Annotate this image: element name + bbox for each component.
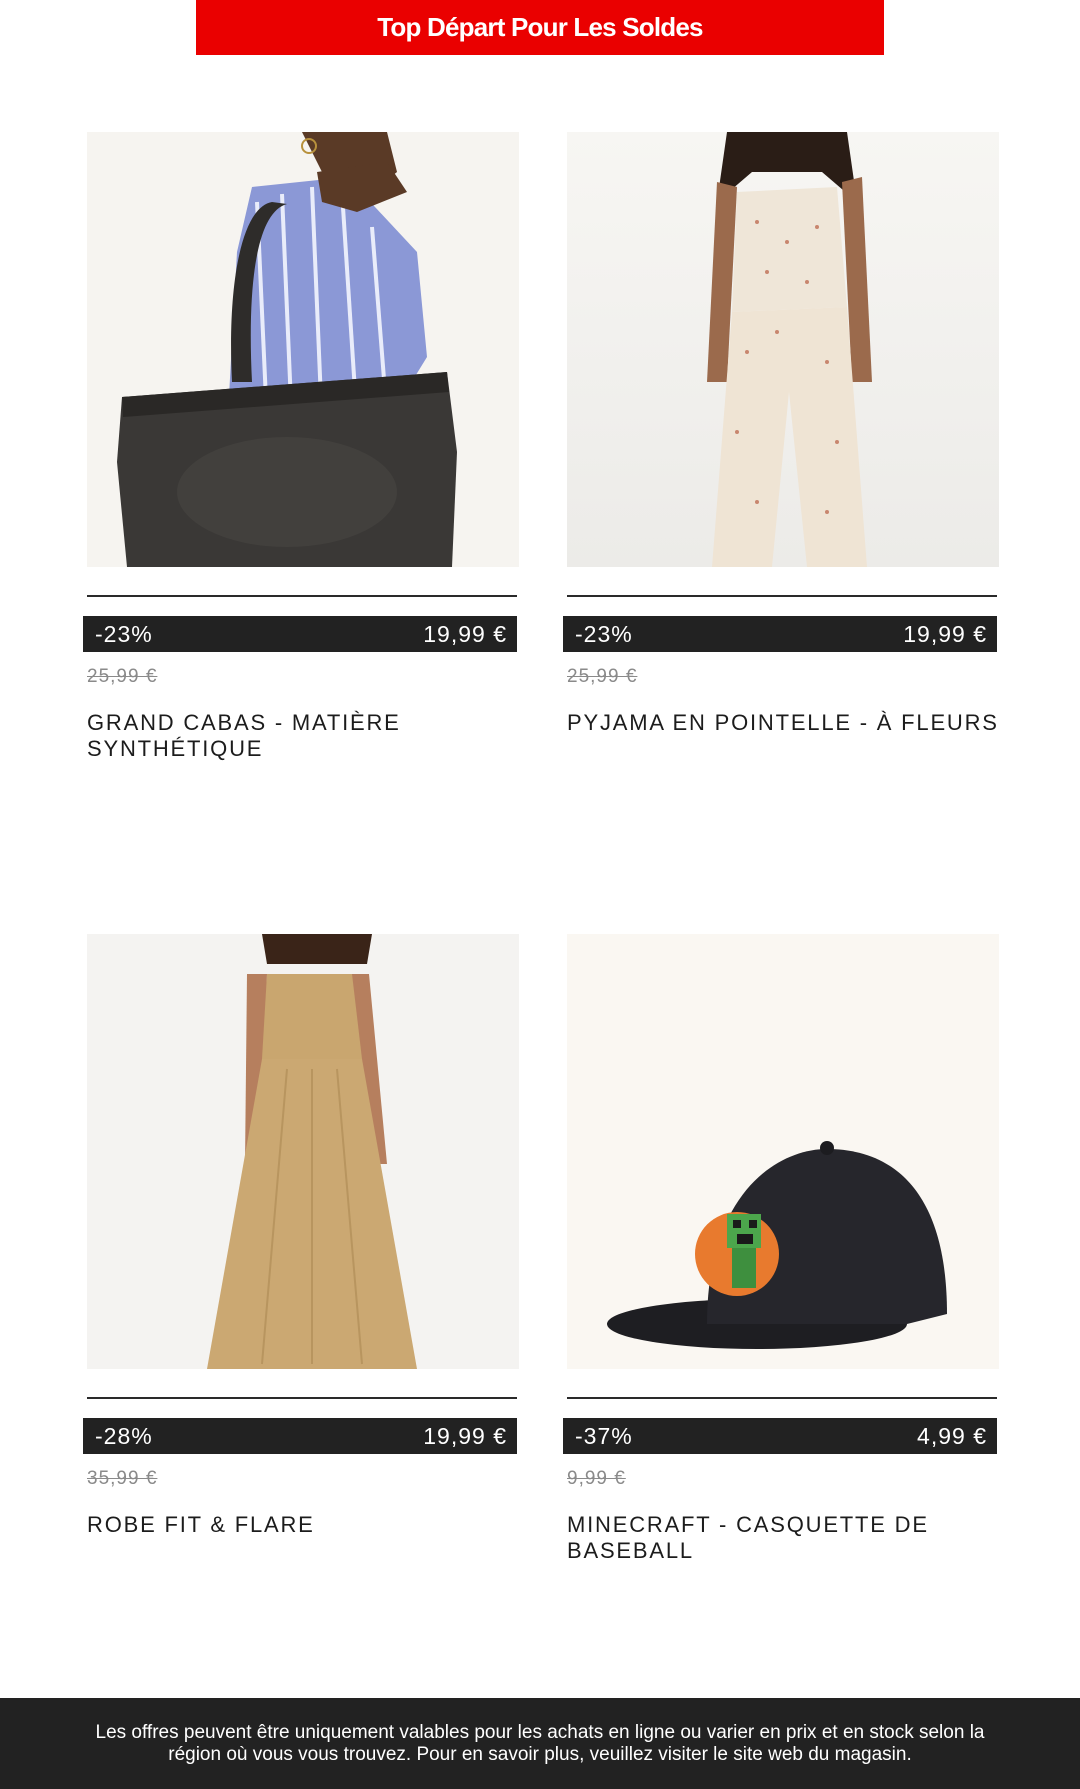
- product-title[interactable]: PYJAMA EN POINTELLE - À FLEURS: [567, 710, 1007, 736]
- product-image-tote-bag[interactable]: [87, 132, 519, 567]
- price-bar: -28% 19,99 €: [83, 1418, 517, 1454]
- discount-badge: -37%: [575, 1422, 633, 1449]
- sale-price: 19,99 €: [423, 620, 507, 647]
- product-title[interactable]: MINECRAFT - CASQUETTE DE BASEBALL: [567, 1512, 1007, 1564]
- discount-badge: -23%: [95, 620, 153, 647]
- product-image-cap[interactable]: [567, 934, 999, 1369]
- original-price: 25,99 €: [87, 666, 158, 687]
- original-price: 25,99 €: [567, 666, 638, 687]
- price-bar: -23% 19,99 €: [563, 616, 997, 652]
- price-bar: -23% 19,99 €: [83, 616, 517, 652]
- divider: [567, 1397, 997, 1399]
- product-image-dress[interactable]: [87, 934, 519, 1369]
- product-image-pyjama[interactable]: [567, 132, 999, 567]
- product-title[interactable]: GRAND CABAS - MATIÈRE SYNTHÉTIQUE: [87, 710, 527, 762]
- sale-price: 19,99 €: [423, 1422, 507, 1449]
- discount-badge: -23%: [575, 620, 633, 647]
- product-title[interactable]: ROBE FIT & FLARE: [87, 1512, 527, 1538]
- sale-banner-link[interactable]: Top Départ Pour Les Soldes: [196, 0, 884, 55]
- dress-photo-icon: [87, 934, 519, 1369]
- price-bar: -37% 4,99 €: [563, 1418, 997, 1454]
- disclaimer-text: Les offres peuvent être uniquement valab…: [95, 1721, 985, 1765]
- sale-price: 4,99 €: [917, 1422, 987, 1449]
- divider: [87, 1397, 517, 1399]
- sale-price: 19,99 €: [903, 620, 987, 647]
- discount-badge: -28%: [95, 1422, 153, 1449]
- footer-disclaimer: Les offres peuvent être uniquement valab…: [0, 1698, 1080, 1789]
- original-price: 9,99 €: [567, 1468, 626, 1489]
- original-price: 35,99 €: [87, 1468, 158, 1489]
- divider: [567, 595, 997, 597]
- cap-photo-icon: [567, 934, 999, 1369]
- tote-bag-photo-icon: [87, 132, 519, 567]
- pyjama-photo-icon: [567, 132, 999, 567]
- divider: [87, 595, 517, 597]
